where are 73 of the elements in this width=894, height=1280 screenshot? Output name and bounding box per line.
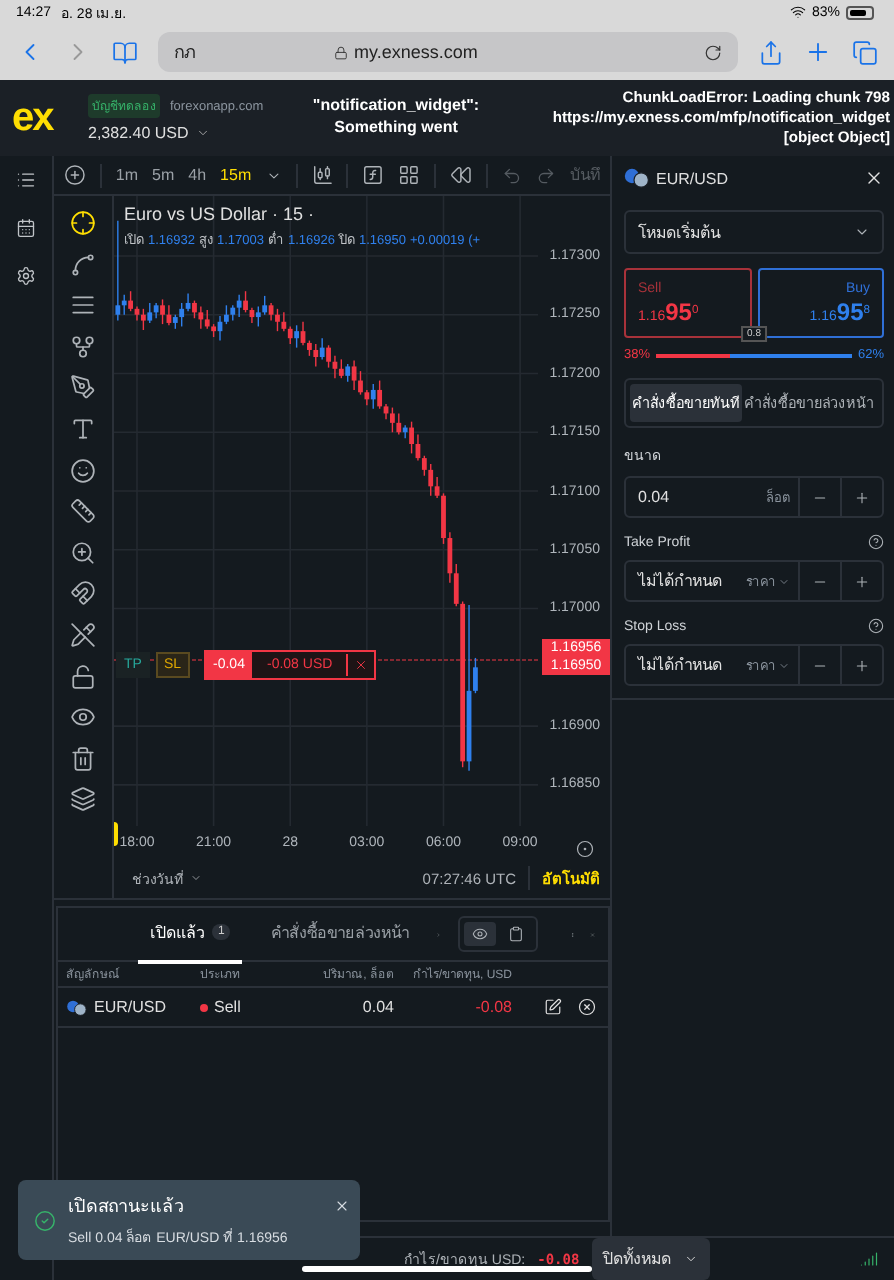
edit-icon[interactable]: [544, 998, 562, 1016]
toast-title: เปิดสถานะแล้ว: [68, 1194, 184, 1220]
zoom-in-icon[interactable]: [70, 539, 96, 566]
chart-title: Euro vs US Dollar · 15 ·: [124, 204, 317, 224]
caret-icon: [778, 575, 790, 587]
eye-toggle[interactable]: [463, 922, 496, 946]
clipboard-icon: [507, 926, 524, 942]
reload-icon[interactable]: [704, 43, 722, 61]
eye-icon: [471, 926, 488, 942]
timeframe-tab[interactable]: 15m: [220, 166, 252, 184]
positions-tab[interactable]: คำสั่งซื้อขายล่วงหน้า: [258, 905, 421, 963]
pen-icon[interactable]: [70, 374, 96, 401]
redo-icon[interactable]: [536, 165, 556, 185]
bookmarks-icon[interactable]: [112, 39, 138, 65]
candlestick-icon[interactable]: [311, 164, 333, 186]
settings-icon[interactable]: [16, 266, 36, 286]
address-bar[interactable]: กภ my.exness.com: [158, 32, 738, 72]
check-icon: [34, 1209, 56, 1231]
share-icon[interactable]: [758, 39, 784, 65]
pencil-lock-icon[interactable]: [70, 621, 96, 648]
wifi-icon: [789, 4, 806, 20]
mode-dropdown[interactable]: โหมดเริ่มต้น: [624, 210, 884, 254]
lines-icon[interactable]: [70, 292, 96, 319]
unlock-icon[interactable]: [70, 663, 96, 690]
fork-icon[interactable]: [70, 333, 96, 360]
error-text: Something went: [334, 118, 458, 140]
trash-icon[interactable]: [70, 745, 96, 772]
caret-icon: [683, 1252, 698, 1266]
trend-line-icon[interactable]: [70, 251, 96, 278]
new-tab-icon[interactable]: [804, 38, 832, 66]
timeframe-tab[interactable]: 1m: [115, 166, 139, 184]
signal-icon: [860, 1250, 878, 1268]
help-icon: [868, 618, 884, 634]
plus-icon: [854, 573, 870, 589]
sell-dot: [200, 1003, 208, 1011]
logo: ex: [12, 95, 56, 141]
battery-icon: [846, 5, 874, 19]
tabs-icon[interactable]: [852, 39, 878, 65]
currency-pair-icon: [624, 168, 650, 188]
list-icon[interactable]: [16, 170, 36, 190]
close-icon[interactable]: [864, 168, 884, 188]
help-icon: [868, 534, 884, 550]
timeframe-tab[interactable]: 4h: [188, 166, 207, 184]
timeframe-tab[interactable]: 5m: [152, 166, 175, 184]
balance-selector[interactable]: 2,382.40 USD: [88, 124, 288, 142]
add-icon[interactable]: [64, 164, 86, 186]
undo-icon[interactable]: [502, 165, 523, 185]
currency-pair-icon: [66, 999, 88, 1015]
plus-icon: [854, 489, 870, 505]
eye-icon[interactable]: [70, 704, 96, 731]
ruler-icon[interactable]: [70, 498, 96, 525]
function-icon[interactable]: [362, 164, 385, 186]
symbol-title: EUR/USD: [656, 169, 729, 187]
position-row[interactable]: EUR/USD Sell 0.04 -0.08: [58, 988, 608, 1028]
layers-icon[interactable]: [70, 786, 96, 813]
text-icon[interactable]: [70, 415, 96, 442]
close-position-icon[interactable]: [578, 998, 596, 1016]
chart-settings-icon[interactable]: [576, 840, 594, 858]
crosshair-icon[interactable]: [70, 210, 96, 236]
caret-icon: [190, 872, 202, 885]
plus-icon: [854, 657, 870, 673]
caret-icon: [196, 126, 211, 140]
replay-icon[interactable]: [450, 164, 473, 186]
close-all-button[interactable]: ปิดทั้งหมด: [591, 1238, 710, 1280]
caret-icon: [778, 659, 790, 671]
grid-icon[interactable]: [398, 164, 421, 186]
calendar-icon[interactable]: [16, 218, 36, 238]
caret-icon: [854, 224, 870, 240]
error-text: "notification_widget":: [312, 96, 480, 118]
smiley-icon[interactable]: [70, 457, 96, 484]
caret-icon[interactable]: [265, 167, 282, 183]
lock-icon: [334, 45, 348, 59]
magnet-icon[interactable]: [70, 580, 96, 607]
